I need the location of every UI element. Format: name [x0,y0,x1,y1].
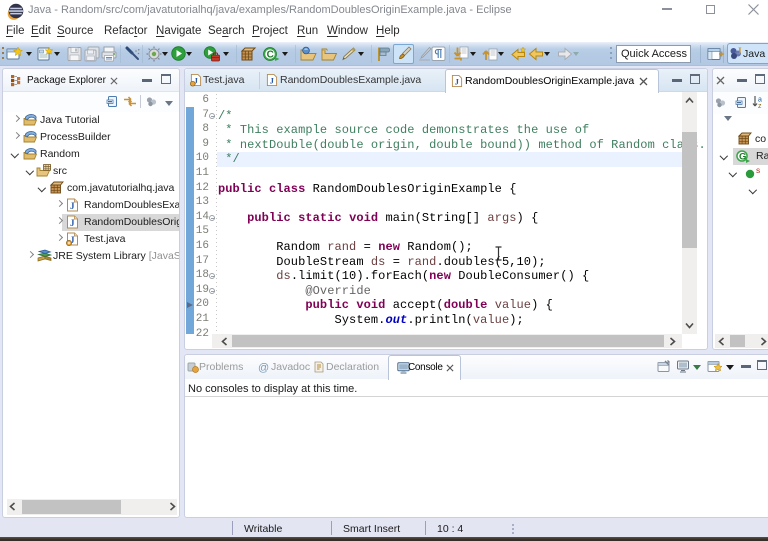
svg-text:J: J [70,201,75,211]
svg-text:G: G [739,152,746,163]
svg-text:J: J [737,46,742,56]
svg-text:z: z [758,103,762,109]
svg-text:C: C [267,50,274,61]
svg-text:J: J [270,77,274,86]
svg-text:J: J [455,78,459,87]
svg-text:J: J [70,218,75,228]
svg-text:@: @ [258,362,269,373]
